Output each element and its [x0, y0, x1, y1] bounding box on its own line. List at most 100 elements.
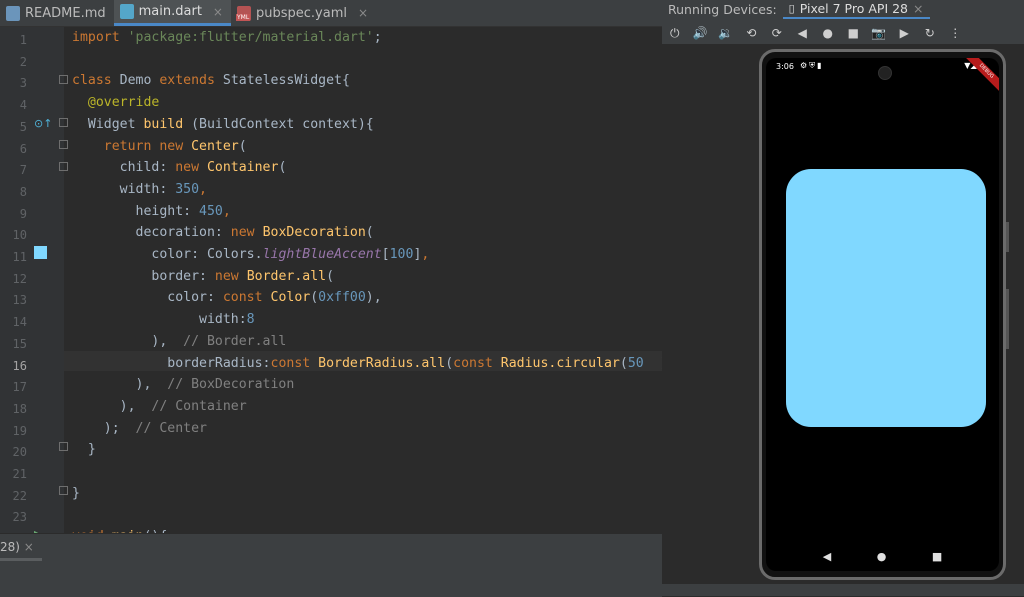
close-icon[interactable]: × — [24, 540, 34, 554]
line-number: 8 — [19, 184, 27, 199]
fold-marker-icon[interactable] — [59, 140, 68, 149]
fold-marker-icon[interactable] — [59, 75, 68, 84]
line-number: 18 — [12, 401, 27, 416]
code-line: @override — [87, 95, 160, 111]
line-number: 14 — [12, 315, 27, 330]
line-number: 12 — [12, 271, 27, 286]
light-blue-container — [786, 169, 986, 427]
close-icon[interactable]: × — [213, 5, 223, 19]
line-number: 22 — [12, 488, 27, 503]
line-number: 21 — [12, 467, 27, 481]
tab-label: pubspec.yaml — [255, 5, 347, 21]
back-icon[interactable]: ◀ — [790, 26, 816, 40]
code-line: return new Center( — [103, 138, 247, 154]
code-line: width:8 — [72, 312, 255, 328]
code-line: child: new Container( — [72, 160, 287, 176]
line-number: 1 — [19, 33, 27, 47]
tab-label: main.dart — [138, 4, 202, 19]
power-rocker — [1006, 289, 1009, 349]
line-number: 16 — [12, 358, 27, 373]
run-tab[interactable]: 28) × — [0, 540, 34, 554]
tab-main-dart[interactable]: main.dart × — [113, 0, 231, 26]
camera-cutout — [878, 66, 892, 80]
overview-icon[interactable]: ■ — [841, 26, 867, 40]
reset-icon[interactable]: ↻ — [917, 26, 943, 40]
code-line: ), // BoxDecoration — [72, 377, 295, 393]
bottom-tool-window: 28) × — [0, 533, 662, 597]
code-line: decoration: new BoxDecoration( — [72, 225, 374, 241]
line-number: 5 — [19, 119, 27, 134]
code-line: class Demo extends StatelessWidget{ — [72, 73, 350, 89]
code-line: ); // Center — [72, 420, 207, 436]
dart-file-icon — [119, 4, 134, 19]
yaml-file-icon: YML — [235, 5, 251, 21]
line-number: 10 — [12, 228, 27, 243]
device-screen[interactable]: 3:06 ⚙⛨▮ ▼◢▮ DEBUG ◀ ● ■ — [766, 58, 999, 571]
nav-recents-icon[interactable]: ■ — [932, 550, 942, 563]
emulator-toolbar: ⏻ 🔊 🔉 ⟲ ⟳ ◀ ● ■ 📷 ▶ ↻ ⋮ — [662, 22, 1024, 44]
code-line: border: new Border.all( — [72, 268, 335, 284]
line-number: 3 — [19, 76, 27, 91]
code-line: color: const Color(0xff00), — [72, 290, 382, 306]
volume-up-icon[interactable]: 🔊 — [688, 26, 714, 40]
line-number: 7 — [19, 163, 27, 178]
line-number: 11 — [12, 250, 27, 264]
line-number: 6 — [19, 141, 27, 156]
code-line: import 'package:flutter/material.dart'; — [72, 30, 390, 45]
nav-back-icon[interactable]: ◀ — [823, 550, 831, 563]
volume-down-icon[interactable]: 🔉 — [713, 26, 739, 40]
editor-tabs: README.md main.dart × YML pubspec.yaml × — [0, 0, 662, 27]
device-viewport: 3:06 ⚙⛨▮ ▼◢▮ DEBUG ◀ ● ■ — [662, 44, 1024, 584]
code-line: color: Colors.lightBlueAccent[100], — [72, 247, 430, 262]
record-icon[interactable]: ▶ — [892, 26, 918, 40]
code-line: } — [72, 485, 80, 501]
code-line: borderRadius:const BorderRadius.all(cons… — [72, 355, 662, 371]
running-devices-panel: Running Devices: ▯ Pixel 7 Pro API 28 × … — [662, 0, 1024, 596]
line-number: 17 — [12, 380, 27, 395]
code-line: ), // Border.all — [72, 333, 287, 349]
panel-title: Running Devices: — [668, 1, 777, 17]
code-line: ), // Container — [72, 398, 247, 414]
phone-frame: 3:06 ⚙⛨▮ ▼◢▮ DEBUG ◀ ● ■ — [759, 49, 1006, 580]
line-number: 23 — [12, 510, 27, 525]
android-nav-bar: ◀ ● ■ — [766, 550, 999, 563]
markdown-file-icon — [6, 5, 20, 21]
tab-underline — [0, 558, 42, 561]
line-number: 20 — [12, 445, 27, 460]
close-icon[interactable]: × — [913, 1, 923, 16]
line-number: 9 — [19, 206, 27, 221]
rotate-right-icon[interactable]: ⟳ — [764, 26, 790, 40]
more-icon[interactable]: ⋮ — [943, 26, 969, 40]
code-line: } — [72, 442, 96, 458]
code-editor[interactable]: 1 2 3 4 5 6 7 8 9 10 11 12 13 14 15 16 17 18 19 20 21 22 23 ⊙↑… — [0, 27, 662, 533]
running-devices-header: Running Devices: ▯ Pixel 7 Pro API 28 × — [662, 0, 1024, 19]
line-number: 15 — [12, 336, 27, 351]
screenshot-icon[interactable]: 📷 — [866, 26, 892, 40]
line-number: 2 — [19, 54, 27, 69]
power-icon[interactable]: ⏻ — [662, 26, 688, 41]
fold-marker-icon[interactable] — [59, 162, 68, 171]
code-line: height: 450, — [72, 203, 231, 219]
line-number: 4 — [19, 98, 27, 113]
tab-readme[interactable]: README.md — [0, 0, 114, 26]
volume-rocker — [1006, 222, 1009, 252]
rotate-left-icon[interactable]: ⟲ — [739, 26, 765, 40]
color-swatch-icon[interactable] — [34, 246, 47, 259]
phone-icon: ▯ — [788, 1, 795, 15]
line-number: 19 — [12, 423, 27, 438]
override-marker-icon[interactable]: ⊙↑ — [34, 117, 52, 130]
nav-home-icon[interactable]: ● — [877, 550, 887, 563]
fold-marker-icon[interactable] — [59, 486, 68, 495]
code-line: Widget build (BuildContext context){ — [72, 116, 374, 132]
fold-marker-icon[interactable] — [59, 442, 68, 451]
tab-pixel-7-pro[interactable]: ▯ Pixel 7 Pro API 28 × — [782, 0, 930, 19]
tab-pubspec[interactable]: YML pubspec.yaml × — [231, 0, 376, 26]
home-icon[interactable]: ● — [815, 26, 841, 40]
code-line: width: 350, — [72, 181, 207, 197]
close-icon[interactable]: × — [358, 6, 368, 20]
fold-marker-icon[interactable] — [59, 118, 68, 127]
line-number: 13 — [12, 293, 27, 308]
tab-label: README.md — [25, 5, 106, 21]
status-time: 3:06 — [776, 62, 794, 71]
notification-icons: ⚙⛨▮ — [800, 61, 824, 70]
